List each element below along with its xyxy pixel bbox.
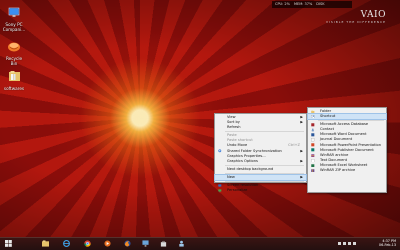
desktop-icon-recycle-bin[interactable]: Recycle Bin — [2, 37, 26, 66]
taskbar-file-explorer[interactable] — [38, 239, 53, 249]
menu-item-label: Sort by — [227, 120, 240, 125]
word-icon — [311, 133, 315, 137]
disk-readout: DISK — [316, 2, 325, 6]
menu-item-refresh[interactable]: Refresh — [215, 125, 306, 130]
folder-icon — [8, 71, 20, 81]
menu-separator — [225, 181, 304, 183]
menu-item-label: Paste shortcut — [227, 138, 253, 143]
publisher-icon — [311, 148, 315, 152]
internet-explorer-icon — [63, 240, 70, 247]
taskbar-network-app[interactable] — [138, 239, 153, 249]
desktop-icon-label: Recycle Bin — [5, 56, 23, 66]
menu-item-label: Microsoft Publisher Document — [320, 147, 374, 152]
windows-logo-icon — [5, 240, 12, 247]
taskbar-media-player[interactable] — [100, 239, 115, 249]
menu-item-label: Folder — [320, 109, 332, 113]
menu-item-label: Contact — [320, 127, 334, 132]
submenu-item-winrar-zip[interactable]: WinRAR ZIP archive — [308, 168, 386, 173]
menu-item-label: Graphics Properties... — [227, 153, 266, 158]
folder-icon — [42, 240, 49, 247]
desktop-icon-softwares[interactable]: softwares — [2, 67, 26, 91]
menu-separator — [318, 120, 384, 122]
menu-item-graphics-options[interactable]: Graphics Options ▶ — [215, 159, 306, 164]
access-icon — [311, 123, 315, 127]
cpu-readout: CPU: 2% — [275, 2, 290, 6]
recycle-bin-icon — [8, 42, 20, 52]
personalize-icon — [218, 189, 222, 193]
menu-item-label: View — [227, 115, 236, 119]
winrar-zip-icon — [311, 169, 315, 173]
desktop-icon-sony-pc[interactable]: Sony PC Compani... — [2, 3, 26, 32]
menu-item-label: New — [227, 174, 235, 179]
people-icon — [179, 240, 184, 247]
start-button[interactable] — [1, 239, 16, 249]
desktop-icon-label: softwares — [3, 86, 25, 91]
menu-item-label: Paste — [227, 133, 237, 138]
network-icon — [142, 240, 149, 247]
brand-tagline: VISIBLE THE DIFFERENCE — [326, 20, 386, 24]
menu-item-label: Undo Move — [227, 143, 248, 148]
desktop-context-menu: View ▶ Sort by ▶ Refresh Paste Paste short… — [214, 113, 307, 193]
taskbar-chrome[interactable] — [80, 239, 95, 249]
new-submenu: Folder Shortcut Microsoft Access Databas… — [307, 107, 387, 193]
menu-item-new[interactable]: New ▶ — [214, 173, 307, 182]
monitor-icon — [8, 7, 20, 17]
tray-volume-icon[interactable] — [353, 242, 356, 245]
taskbar: 4:37 PM 06-Feb-13 — [0, 237, 400, 250]
menu-item-label: Microsoft Word Document — [320, 132, 367, 137]
menu-item-label: Next desktop background — [227, 166, 274, 171]
tray-flag-icon[interactable] — [338, 242, 341, 245]
taskbar-firefox[interactable] — [120, 239, 135, 249]
taskbar-app-bag[interactable] — [156, 239, 171, 249]
menu-item-label: Text Document — [320, 157, 348, 162]
menu-item-label: Microsoft Excel Worksheet — [320, 162, 368, 167]
submenu-item-shortcut[interactable]: Shortcut — [307, 113, 387, 121]
tray-network-icon[interactable] — [348, 242, 351, 245]
menu-item-label: Screen resolution — [227, 183, 259, 188]
media-player-icon — [104, 240, 111, 247]
winrar-icon — [311, 153, 315, 157]
text-document-icon — [311, 158, 315, 163]
menu-item-label: WinRAR ZIP archive — [320, 168, 356, 173]
system-monitor-widget: CPU: 2% MEM: 37% DISK — [272, 1, 352, 8]
journal-icon — [311, 138, 315, 142]
screen-resolution-icon — [218, 184, 222, 188]
firefox-icon — [124, 240, 131, 247]
folder-icon — [311, 110, 315, 114]
menu-separator — [225, 164, 304, 166]
vaio-logo: VAIO — [360, 10, 386, 20]
menu-item-personalize[interactable]: Personalize — [215, 188, 306, 193]
taskbar-app-people[interactable] — [174, 239, 189, 249]
menu-item-label: Microsoft Access Database — [320, 122, 369, 127]
menu-separator — [225, 131, 304, 133]
menu-item-label: Shared Folder Synchronization — [227, 148, 282, 153]
clock-date: 06-Feb-13 — [378, 243, 396, 248]
menu-item-label: Graphics Options — [227, 158, 258, 163]
chevron-right-icon: ▶ — [300, 158, 303, 163]
menu-item-label: Shortcut — [320, 114, 336, 119]
sync-icon — [218, 149, 222, 153]
desktop[interactable]: CPU: 2% MEM: 37% DISK VAIO VISIBLE THE D… — [0, 0, 400, 250]
menu-item-next-background[interactable]: Next desktop background — [215, 167, 306, 172]
menu-item-label: Refresh — [227, 125, 241, 130]
shortcut-icon — [311, 115, 315, 119]
chrome-icon — [84, 240, 91, 247]
chevron-right-icon: ▶ — [300, 174, 303, 179]
contact-icon — [311, 128, 314, 132]
taskbar-internet-explorer[interactable] — [59, 239, 74, 249]
clock[interactable]: 4:37 PM 06-Feb-13 — [379, 239, 396, 248]
shopping-bag-icon — [160, 240, 167, 247]
mem-readout: MEM: 37% — [293, 2, 313, 6]
menu-item-label: Journal Document — [320, 137, 353, 142]
menu-separator — [225, 172, 304, 174]
powerpoint-icon — [311, 143, 315, 147]
excel-icon — [311, 164, 315, 168]
menu-item-label: Microsoft PowerPoint Presentation — [320, 142, 381, 147]
system-tray-icons — [338, 242, 368, 246]
menu-item-label: WinRAR archive — [320, 152, 349, 157]
desktop-icon-label-line2: Compani... — [2, 27, 26, 32]
menu-item-label: Personalize — [227, 188, 248, 193]
tray-battery-icon[interactable] — [343, 242, 346, 245]
